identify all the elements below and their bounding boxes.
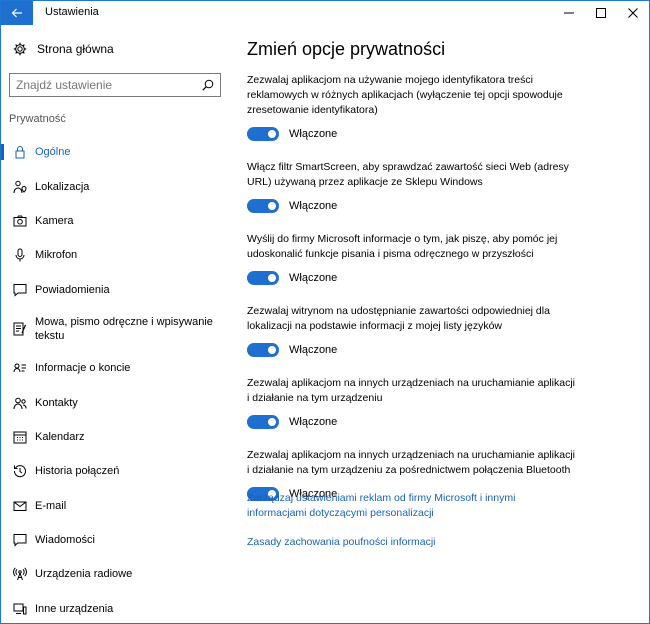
account-card-icon <box>13 363 26 373</box>
toggle-state-label: Włączone <box>289 128 338 140</box>
minimize-button[interactable] <box>553 1 585 25</box>
sidebar-item-email[interactable]: E-mail <box>1 489 231 523</box>
window-title: Ustawienia <box>45 6 99 18</box>
sidebar-item-contacts[interactable]: Kontakty <box>1 385 231 419</box>
radio-tower-icon <box>13 567 27 581</box>
toggle-knob <box>268 202 276 210</box>
setting-description: Włącz filtr SmartScreen, aby sprawdzać z… <box>247 161 569 188</box>
toggle-knob <box>268 274 276 282</box>
sidebar-item-call-history[interactable]: Historia połączeń <box>1 454 231 488</box>
sidebar-item-label: Inne urządzenia <box>35 602 114 615</box>
toggle-switch[interactable] <box>247 415 279 429</box>
speech-bubble-icon <box>13 283 27 297</box>
camera-icon <box>13 215 27 227</box>
sidebar-item-microphone[interactable]: Mikrofon <box>1 238 231 272</box>
setting-description: Wyślij do firmy Microsoft informacje o t… <box>247 233 558 260</box>
search-input[interactable] <box>10 74 190 96</box>
sidebar-item-label: Ogólne <box>35 146 71 159</box>
sidebar-item-camera[interactable]: Kamera <box>1 204 231 238</box>
microphone-icon <box>15 248 25 262</box>
setting-description: Zezwalaj aplikacjom na innych urządzenia… <box>247 449 576 476</box>
manage-ads-link[interactable]: Zarządzaj ustawieniami reklam od firmy M… <box>247 491 567 521</box>
toggle-knob <box>268 418 276 426</box>
toggle-switch[interactable] <box>247 343 279 357</box>
sidebar-nav: Ogólne Lokalizacja Kamera Mikrofon Powia… <box>1 135 231 623</box>
sidebar-item-label: Wiadomości <box>35 534 95 547</box>
toggle-state-label: Włączone <box>289 344 338 356</box>
sidebar-item-general[interactable]: Ogólne <box>1 135 231 169</box>
toggle-knob <box>268 130 276 138</box>
message-icon <box>13 534 27 547</box>
sidebar-item-label: E-mail <box>35 499 67 512</box>
maximize-button[interactable] <box>585 1 617 25</box>
setting-description: Zezwalaj aplikacjom na używanie mojego i… <box>247 74 563 116</box>
sidebar-item-location[interactable]: Lokalizacja <box>1 169 231 203</box>
sidebar-item-account-info[interactable]: Informacje o koncie <box>1 351 231 385</box>
toggle-state-label: Włączone <box>289 200 338 212</box>
setting-advertising-id: Zezwalaj aplikacjom na używanie mojego i… <box>247 73 637 144</box>
sidebar-item-label: Lokalizacja <box>35 180 90 193</box>
home-label: Strona główna <box>37 42 114 56</box>
notepad-pen-icon <box>13 322 27 336</box>
section-label: Prywatność <box>9 113 66 125</box>
toggle-state-label: Włączone <box>289 416 338 428</box>
toggle-knob <box>268 346 276 354</box>
sidebar-item-radios[interactable]: Urządzenia radiowe <box>1 557 231 591</box>
settings-window: Ustawienia Strona główna Prywa <box>0 0 650 624</box>
search-box <box>9 73 221 97</box>
back-button[interactable] <box>1 1 33 25</box>
sidebar-item-label: Informacje o koncie <box>35 362 131 375</box>
sidebar-item-messages[interactable]: Wiadomości <box>1 523 231 557</box>
minimize-icon <box>564 12 574 14</box>
sidebar-item-label: Kamera <box>35 214 74 227</box>
setting-description: Zezwalaj witrynom na udostępnianie zawar… <box>247 305 550 332</box>
sidebar: Strona główna Prywatność Ogólne Lokaliza… <box>1 25 231 623</box>
sidebar-item-label: Powiadomienia <box>35 283 110 296</box>
maximize-icon <box>596 8 606 18</box>
sidebar-item-calendar[interactable]: Kalendarz <box>1 420 231 454</box>
sidebar-item-label: Mikrofon <box>35 249 78 262</box>
devices-icon <box>13 603 27 615</box>
toggle-switch[interactable] <box>247 271 279 285</box>
links-section: Zarządzaj ustawieniami reklam od firmy M… <box>247 491 567 550</box>
sidebar-item-label: Mowa, pismo odręczne i wpisywanie tekstu <box>35 315 213 342</box>
setting-typing-info: Wyślij do firmy Microsoft informacje o t… <box>247 232 637 288</box>
sidebar-item-speech[interactable]: Mowa, pismo odręczne i wpisywanie tekstu <box>1 307 231 351</box>
contacts-icon <box>13 397 27 409</box>
sidebar-item-other-devices[interactable]: Inne urządzenia <box>1 592 231 623</box>
page-title: Zmień opcje prywatności <box>247 39 446 59</box>
privacy-statement-link[interactable]: Zasady zachowania poufności informacji <box>247 535 567 550</box>
close-button[interactable] <box>617 1 649 25</box>
setting-other-devices: Zezwalaj aplikacjom na innych urządzenia… <box>247 376 637 432</box>
toggle-state-label: Włączone <box>289 272 338 284</box>
lock-icon <box>15 146 25 159</box>
setting-language-list: Zezwalaj witrynom na udostępnianie zawar… <box>247 304 637 360</box>
sidebar-item-notifications[interactable]: Powiadomienia <box>1 273 231 307</box>
person-location-icon <box>13 180 27 193</box>
search-icon[interactable] <box>202 79 214 91</box>
calendar-icon <box>13 431 27 444</box>
settings-list: Zezwalaj aplikacjom na używanie mojego i… <box>247 73 637 520</box>
sidebar-item-label: Historia połączeń <box>35 465 120 478</box>
back-arrow-icon <box>11 8 22 18</box>
toggle-switch[interactable] <box>247 199 279 213</box>
toggle-switch[interactable] <box>247 127 279 141</box>
sidebar-item-label: Urządzenia radiowe <box>35 568 133 581</box>
gear-icon <box>13 42 27 56</box>
setting-smartscreen: Włącz filtr SmartScreen, aby sprawdzać z… <box>247 160 637 216</box>
home-link[interactable]: Strona główna <box>13 39 114 59</box>
mail-icon <box>13 501 27 511</box>
title-bar: Ustawienia <box>1 1 649 25</box>
sidebar-item-label: Kontakty <box>35 396 78 409</box>
history-icon <box>13 465 26 478</box>
close-icon <box>628 8 638 18</box>
setting-description: Zezwalaj aplikacjom na innych urządzenia… <box>247 377 576 404</box>
sidebar-item-label: Kalendarz <box>35 430 85 443</box>
